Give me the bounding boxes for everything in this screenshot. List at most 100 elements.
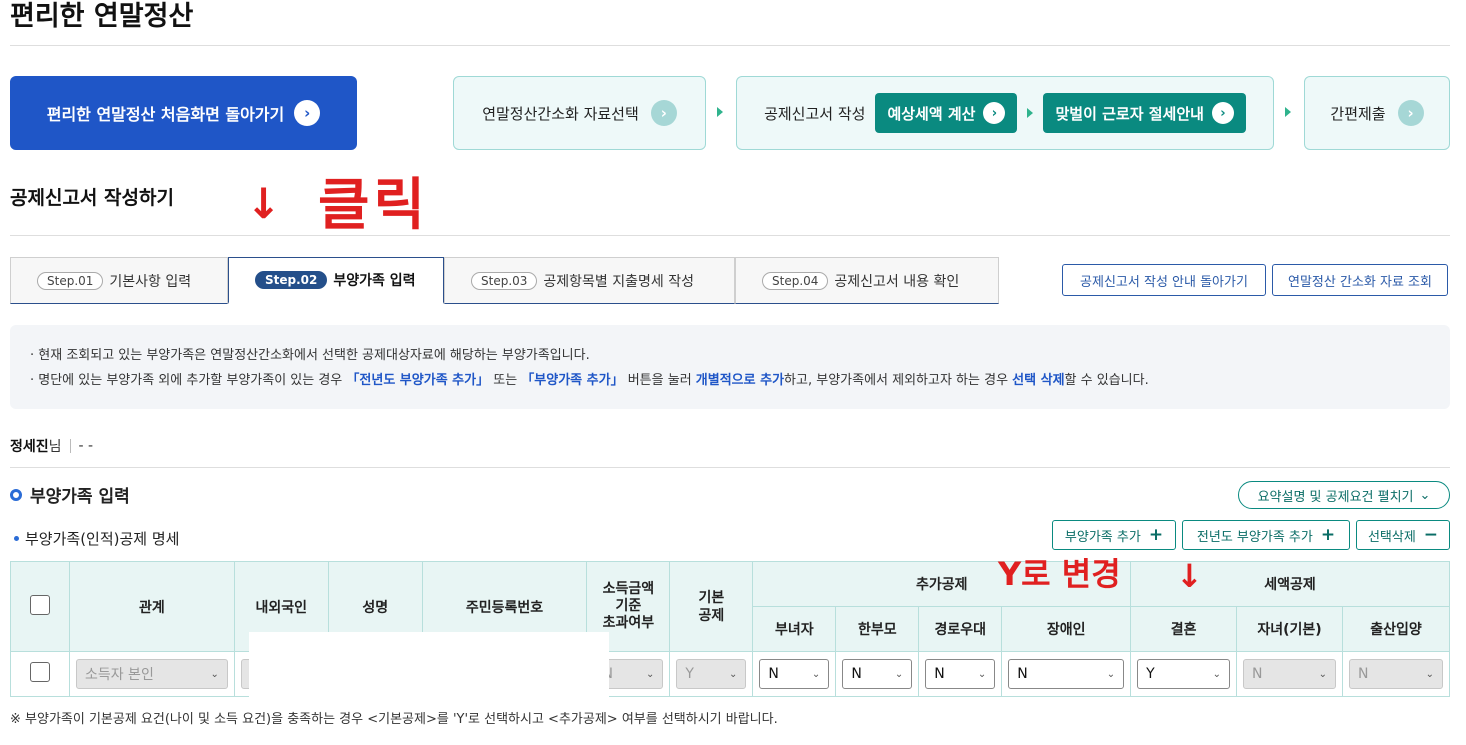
divider bbox=[69, 439, 71, 453]
ring-bullet-icon bbox=[10, 488, 22, 501]
step-deduction-form[interactable]: 공제신고서 작성 예상세액 계산 › 맞벌이 근로자 절세안내 › bbox=[736, 76, 1274, 150]
step-simple-submit[interactable]: 간편제출 › bbox=[1304, 76, 1450, 150]
chevron-down-icon: ⌄ bbox=[811, 668, 821, 680]
delete-selected-label: 선택삭제 bbox=[1367, 529, 1416, 545]
elderly-select[interactable]: N ⌄ bbox=[925, 659, 996, 689]
home-button-label: 편리한 연말정산 처음화면 돌아가기 bbox=[46, 105, 285, 124]
header-relation: 관계 bbox=[68, 561, 235, 652]
dual-income-label: 맞벌이 근로자 절세안내 bbox=[1055, 104, 1204, 123]
header-marriage: 결혼 bbox=[1130, 606, 1238, 652]
tab-label: 부양가족 입력 bbox=[333, 273, 416, 289]
marriage-select[interactable]: Y ⌄ bbox=[1137, 659, 1231, 689]
person-suffix: 님 bbox=[48, 439, 62, 455]
header-select-all bbox=[10, 561, 70, 652]
chevron-down-icon: ⌄ bbox=[1212, 668, 1222, 680]
delete-selected-button[interactable]: 선택삭제 − bbox=[1356, 520, 1450, 550]
header-birth-adoption: 출산입양 bbox=[1341, 606, 1451, 652]
chevron-right-icon: › bbox=[1397, 100, 1424, 126]
flow-arrow-icon bbox=[717, 107, 723, 117]
step-badge: Step.03 bbox=[471, 271, 538, 290]
annotation-arrow-down-icon: ↓ bbox=[246, 179, 282, 228]
woman-head-select[interactable]: N ⌄ bbox=[759, 659, 830, 689]
info-box: · 현재 조회되고 있는 부양가족은 연말정산간소화에서 선택한 공제대상자료에… bbox=[10, 325, 1450, 409]
header-woman-head: 부녀자 bbox=[752, 606, 837, 652]
chevron-right-icon: › bbox=[983, 102, 1006, 124]
person-name: 정세진 bbox=[10, 439, 49, 455]
title-divider bbox=[10, 45, 1450, 46]
step-label: 간편제출 bbox=[1330, 104, 1386, 123]
tab-step-01[interactable]: Step.01 기본사항 입력 bbox=[10, 257, 228, 304]
add-dependent-button[interactable]: 부양가족 추가 + bbox=[1052, 520, 1176, 550]
chevron-right-icon: › bbox=[294, 100, 321, 126]
dependents-subtitle: 부양가족(인적)공제 명세 bbox=[14, 528, 179, 549]
row-checkbox[interactable] bbox=[29, 662, 50, 682]
expand-summary-label: 요약설명 및 공제요건 펼치기 bbox=[1257, 489, 1414, 505]
plus-icon: + bbox=[1148, 524, 1164, 545]
header-elderly: 경로우대 bbox=[918, 606, 1003, 652]
step-label: 연말정산간소화 자료선택 bbox=[482, 104, 639, 123]
chevron-down-icon: ⌄ bbox=[646, 668, 655, 680]
add-prev-dependent-button[interactable]: 전년도 부양가족 추가 + bbox=[1182, 520, 1350, 550]
estimate-tax-button[interactable]: 예상세액 계산 › bbox=[875, 93, 1018, 133]
plus-icon: + bbox=[1320, 524, 1336, 545]
step-label: 공제신고서 작성 bbox=[764, 104, 866, 123]
tab-step-03[interactable]: Step.03 공제항목별 지출명세 작성 bbox=[444, 257, 735, 304]
annotation-arrow-down-icon: ↓ bbox=[1176, 557, 1203, 595]
chevron-down-icon: ⌄ bbox=[1425, 668, 1434, 680]
dot-bullet-icon bbox=[14, 536, 19, 541]
child-basic-select: N ⌄ bbox=[1243, 659, 1336, 689]
chevron-down-icon: ⌄ bbox=[1419, 487, 1431, 503]
expand-summary-button[interactable]: 요약설명 및 공제요건 펼치기 ⌄ bbox=[1238, 481, 1450, 509]
flow-arrow-icon bbox=[1027, 108, 1034, 118]
single-parent-select[interactable]: N ⌄ bbox=[842, 659, 913, 689]
header-single-parent: 한부모 bbox=[835, 606, 920, 652]
tab-label: 기본사항 입력 bbox=[109, 273, 192, 290]
guide-back-button[interactable]: 공제신고서 작성 안내 돌아가기 bbox=[1062, 264, 1266, 296]
step-badge: Step.02 bbox=[255, 271, 328, 289]
annotation-change-to-y-text: Y로 변경 bbox=[998, 555, 1121, 593]
step-badge: Step.04 bbox=[762, 271, 829, 290]
minus-icon: − bbox=[1423, 524, 1439, 545]
header-child-basic: 자녀(기본) bbox=[1236, 606, 1343, 652]
person-divider bbox=[10, 467, 1450, 468]
person-info: 정세진님 - - bbox=[10, 436, 93, 456]
dual-income-guide-button[interactable]: 맞벌이 근로자 절세안내 › bbox=[1043, 93, 1246, 133]
tab-step-02[interactable]: Step.02 부양가족 입력 bbox=[228, 257, 444, 304]
annotation-click-text: 클릭 bbox=[318, 173, 430, 238]
header-disabled: 장애인 bbox=[1001, 606, 1132, 652]
dependents-table: 관계 내외국인 성명 주민등록번호 소득금액 기준 초과여부 기본 공제 추가공… bbox=[10, 561, 1451, 697]
birth-adoption-select: N ⌄ bbox=[1348, 659, 1443, 689]
section-divider bbox=[10, 235, 1450, 236]
header-basic: 기본 공제 bbox=[669, 561, 754, 652]
section-title: 공제신고서 작성하기 bbox=[10, 187, 174, 209]
chevron-down-icon: ⌄ bbox=[210, 668, 219, 680]
select-all-checkbox[interactable] bbox=[29, 594, 50, 615]
redaction-mask bbox=[249, 632, 609, 700]
tab-step-04[interactable]: Step.04 공제신고서 내용 확인 bbox=[735, 257, 999, 304]
chevron-down-icon: ⌄ bbox=[977, 668, 987, 680]
tab-label: 공제신고서 내용 확인 bbox=[834, 273, 960, 290]
add-dependent-label: 부양가족 추가 bbox=[1064, 529, 1141, 545]
relation-select: 소득자 본인 ⌄ bbox=[75, 659, 228, 689]
disabled-select[interactable]: N ⌄ bbox=[1008, 659, 1125, 689]
info-line-2: · 명단에 있는 부양가족 외에 추가할 부양가족이 있는 경우 「전년도 부양… bbox=[30, 373, 1149, 388]
footnote: ※ 부양가족이 기본공제 요건(나이 및 소득 요건)을 충족하는 경우 <기본… bbox=[10, 712, 778, 727]
dependents-title: 부양가족 입력 bbox=[10, 482, 130, 507]
chevron-down-icon: ⌄ bbox=[728, 668, 738, 680]
step-tabs: Step.01 기본사항 입력 Step.02 부양가족 입력 Step.03 … bbox=[10, 257, 999, 304]
dependents-title-text: 부양가족 입력 bbox=[30, 487, 130, 507]
chevron-down-icon: ⌄ bbox=[1318, 668, 1327, 680]
info-line-1: · 현재 조회되고 있는 부양가족은 연말정산간소화에서 선택한 공제대상자료에… bbox=[30, 348, 590, 363]
flow-arrow-icon bbox=[1285, 107, 1291, 117]
step-badge: Step.01 bbox=[37, 271, 104, 290]
basic-deduction-select: Y ⌄ bbox=[676, 659, 747, 689]
dependents-subtitle-text: 부양가족(인적)공제 명세 bbox=[25, 530, 180, 548]
table-row: 소득자 본인⌄ ⌄ N⌄ Y⌄ N⌄ N⌄ N⌄ N⌄ Y⌄ N⌄ N⌄ bbox=[10, 651, 1451, 697]
home-button[interactable]: 편리한 연말정산 처음화면 돌아가기 › bbox=[10, 76, 357, 150]
person-extra: - - bbox=[78, 438, 94, 454]
step-simple-data-select[interactable]: 연말정산간소화 자료선택 › bbox=[453, 76, 706, 150]
tab-label: 공제항목별 지출명세 작성 bbox=[543, 273, 694, 290]
chevron-down-icon: ⌄ bbox=[1106, 668, 1116, 680]
page-title: 편리한 연말정산 bbox=[10, 1, 194, 32]
simple-data-lookup-button[interactable]: 연말정산 간소화 자료 조회 bbox=[1272, 264, 1448, 296]
